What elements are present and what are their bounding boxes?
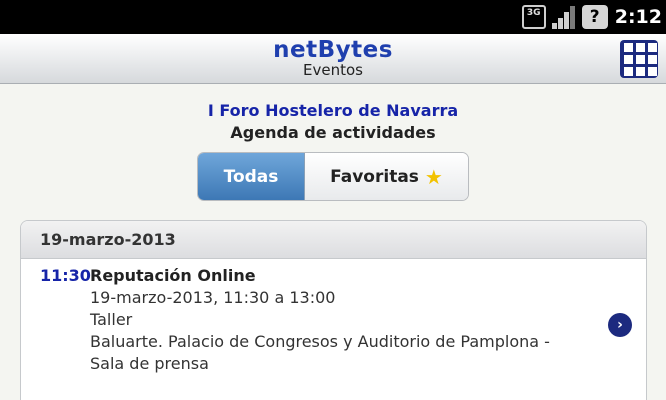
- chevron-right-icon[interactable]: ›: [608, 313, 632, 337]
- brand-subtitle: Eventos: [303, 61, 363, 79]
- event-title: I Foro Hostelero de Navarra: [207, 101, 459, 120]
- network-3g-icon: 3G: [521, 5, 546, 29]
- status-bar: 3G ? 2:12: [0, 0, 666, 34]
- event-when: 19-marzo-2013, 11:30 a 13:00: [90, 288, 336, 307]
- agenda-subtitle: Agenda de actividades: [230, 123, 436, 142]
- event-heading: I Foro Hostelero de Navarra Agenda de ac…: [0, 100, 666, 144]
- star-icon: ★: [424, 164, 443, 189]
- event-details: Reputación Online 19-marzo-2013, 11:30 a…: [90, 265, 646, 375]
- event-location-line2: Sala de prensa: [90, 354, 209, 373]
- event-location-line1: Baluarte. Palacio de Congresos y Auditor…: [90, 332, 550, 351]
- schedule-list: 19-marzo-2013 11:30 Reputación Online 19…: [20, 220, 647, 400]
- brand-logo: netBytes Eventos: [0, 38, 666, 79]
- help-icon: ?: [581, 5, 608, 29]
- signal-icon: [551, 5, 577, 29]
- tab-favorites[interactable]: Favoritas ★: [305, 153, 468, 200]
- status-icons: 3G ? 2:12: [521, 4, 662, 30]
- tab-all[interactable]: Todas: [198, 153, 305, 200]
- brand-name: netBytes: [273, 37, 393, 63]
- app-header: netBytes Eventos: [0, 34, 666, 84]
- grid-menu-icon[interactable]: [620, 40, 658, 78]
- tab-all-label: Todas: [223, 166, 279, 187]
- filter-segmented-control: Todas Favoritas ★: [197, 152, 469, 201]
- event-name: Reputación Online: [90, 266, 256, 285]
- clock: 2:12: [614, 6, 662, 28]
- event-type: Taller: [90, 310, 133, 329]
- date-label: 19-marzo-2013: [40, 230, 176, 249]
- list-item[interactable]: 11:30 Reputación Online 19-marzo-2013, 1…: [21, 259, 646, 375]
- date-header: 19-marzo-2013: [21, 221, 646, 259]
- tab-favorites-label: Favoritas: [330, 166, 419, 187]
- event-time: 11:30: [40, 266, 91, 285]
